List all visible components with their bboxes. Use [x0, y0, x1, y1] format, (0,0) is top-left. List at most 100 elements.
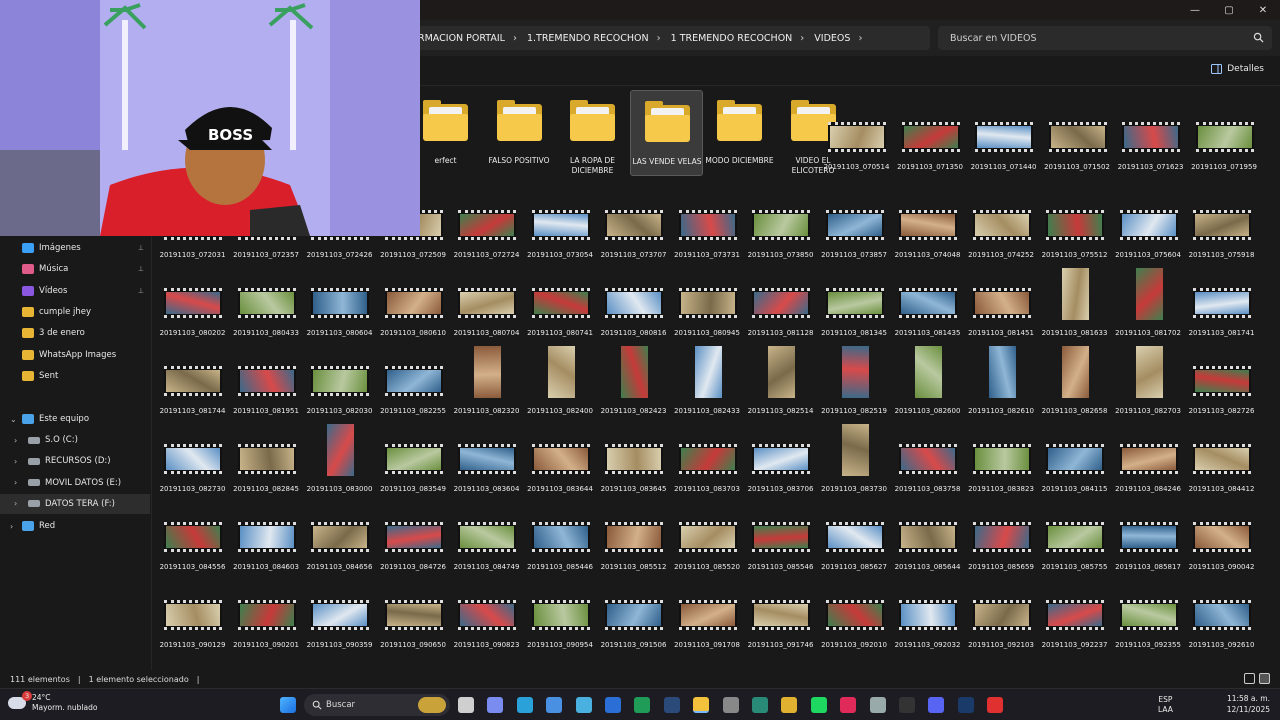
video-tile[interactable]: 20191103_084412	[1185, 444, 1258, 496]
video-tile[interactable]: 20191103_084246	[1112, 444, 1185, 496]
explorer-icon[interactable]	[693, 697, 710, 713]
video-tile[interactable]: 20191103_075918	[1185, 210, 1258, 262]
video-tile[interactable]: 20191103_071440	[967, 122, 1040, 174]
video-tile[interactable]: 20191103_084749	[450, 522, 523, 574]
tiles-view-icon[interactable]	[1259, 673, 1270, 684]
widgets-icon[interactable]	[487, 697, 504, 713]
video-tile[interactable]: 20191103_071502	[1041, 122, 1114, 174]
video-tile[interactable]: 20191103_081744	[156, 366, 229, 418]
sidebar-item[interactable]: Vídeos ⊥	[0, 281, 150, 301]
video-tile[interactable]: 20191103_073857	[818, 210, 891, 262]
video-tile[interactable]: 20191103_091708	[671, 600, 744, 652]
video-tile[interactable]: 20191103_084115	[1038, 444, 1111, 496]
video-tile[interactable]: 20191103_073850	[744, 210, 817, 262]
video-tile[interactable]: 20191103_090201	[230, 600, 303, 652]
search-box[interactable]: Buscar en VIDEOS	[938, 26, 1272, 50]
chevron-right-icon[interactable]: ›	[14, 457, 17, 466]
video-tile[interactable]: 20191103_090042	[1185, 522, 1258, 574]
breadcrumb-item[interactable]: RMACION PORTAIL	[410, 33, 511, 44]
start-icon[interactable]	[280, 697, 296, 713]
video-tile[interactable]: 20191103_082658	[1038, 346, 1111, 418]
video-tile[interactable]: 20191103_080610	[377, 288, 450, 340]
video-tile[interactable]: 20191103_091746	[744, 600, 817, 652]
folder-tile[interactable]: MODO DICIEMBRE	[703, 90, 776, 176]
video-tile[interactable]: 20191103_084603	[230, 522, 303, 574]
sidebar-item[interactable]: Música ⊥	[0, 259, 150, 279]
sidebar-drive[interactable]: › RECURSOS (D:)	[0, 451, 150, 471]
video-tile[interactable]: 20191103_090823	[450, 600, 523, 652]
video-tile[interactable]: 20191103_092237	[1038, 600, 1111, 652]
video-tile[interactable]: 20191103_092010	[818, 600, 891, 652]
sidebar-drive[interactable]: › S.O (C:)	[0, 430, 150, 450]
video-tile[interactable]: 20191103_081702	[1112, 268, 1185, 340]
store-icon[interactable]	[546, 697, 563, 713]
video-tile[interactable]: 20191103_071350	[894, 122, 967, 174]
video-tile[interactable]: 20191103_083645	[597, 444, 670, 496]
video-tile[interactable]: 20191103_084556	[156, 522, 229, 574]
video-tile[interactable]: 20191103_092610	[1185, 600, 1258, 652]
video-tile[interactable]: 20191103_085644	[891, 522, 964, 574]
video-tile[interactable]: 20191103_090650	[377, 600, 450, 652]
video-tile[interactable]: 20191103_082845	[230, 444, 303, 496]
video-tile[interactable]: 20191103_083730	[818, 424, 891, 496]
video-tile[interactable]: 20191103_085627	[818, 522, 891, 574]
video-tile[interactable]: 20191103_083549	[377, 444, 450, 496]
edge-icon[interactable]	[516, 697, 533, 713]
excel-icon[interactable]	[634, 697, 651, 713]
video-tile[interactable]: 20191103_090129	[156, 600, 229, 652]
video-tile[interactable]: 20191103_081633	[1038, 268, 1111, 340]
video-tile[interactable]: 20191103_080741	[524, 288, 597, 340]
video-tile[interactable]: 20191103_071959	[1188, 122, 1261, 174]
sidebar-item-this-pc[interactable]: ⌄ Este equipo	[0, 409, 150, 429]
video-tile[interactable]: 20191103_092103	[965, 600, 1038, 652]
video-tile[interactable]: 20191103_072724	[450, 210, 523, 262]
video-tile[interactable]: 20191103_083644	[524, 444, 597, 496]
video-tile[interactable]: 20191103_083000	[303, 424, 376, 496]
sidebar-item[interactable]: cumple jhey	[0, 302, 150, 322]
video-tile[interactable]: 20191103_074252	[965, 210, 1038, 262]
chevron-right-icon[interactable]: ›	[14, 436, 17, 445]
video-tile[interactable]: 20191103_082423	[597, 346, 670, 418]
breadcrumb-item[interactable]: 1.TREMENDO RECOCHON	[519, 33, 655, 44]
video-tile[interactable]: 20191103_071623	[1114, 122, 1187, 174]
video-tile[interactable]: 20191103_081435	[891, 288, 964, 340]
chevron-right-icon[interactable]: ›	[14, 478, 17, 487]
video-tile[interactable]: 20191103_085512	[597, 522, 670, 574]
video-tile[interactable]: 20191103_083703	[671, 444, 744, 496]
video-tile[interactable]: 20191103_081128	[744, 288, 817, 340]
breadcrumb-item[interactable]: VIDEOS	[806, 33, 856, 44]
video-tile[interactable]: 20191103_082320	[450, 346, 523, 418]
task-view-icon[interactable]	[458, 697, 474, 713]
video-tile[interactable]: 20191103_082600	[891, 346, 964, 418]
maximize-button[interactable]: ▢	[1212, 0, 1246, 20]
photoshop-icon[interactable]	[957, 697, 974, 713]
video-tile[interactable]: 20191103_075604	[1112, 210, 1185, 262]
video-tile[interactable]: 20191103_080704	[450, 288, 523, 340]
video-tile[interactable]: 20191103_082400	[524, 346, 597, 418]
breadcrumb[interactable]: RMACION PORTAIL › 1.TREMENDO RECOCHON › 1 TR…	[410, 26, 930, 50]
video-tile[interactable]: 20191103_091506	[597, 600, 670, 652]
video-tile[interactable]: 20191103_073731	[671, 210, 744, 262]
sidebar-item[interactable]: Imágenes ⊥	[0, 238, 150, 258]
sidebar-item[interactable]: 3 de enero	[0, 323, 150, 343]
video-tile[interactable]: 20191103_074048	[891, 210, 964, 262]
video-tile[interactable]: 20191103_080433	[230, 288, 303, 340]
sidebar-item[interactable]: WhatsApp Images	[0, 345, 150, 365]
video-tile[interactable]: 20191103_080604	[303, 288, 376, 340]
video-tile[interactable]: 20191103_090954	[524, 600, 597, 652]
word-icon[interactable]	[605, 697, 621, 713]
video-tile[interactable]: 20191103_092032	[891, 600, 964, 652]
close-button[interactable]: ✕	[1246, 0, 1280, 20]
video-tile[interactable]: 20191103_083706	[744, 444, 817, 496]
video-tile[interactable]: 20191103_070514	[820, 122, 893, 174]
photos-icon[interactable]	[575, 697, 592, 713]
record-icon[interactable]	[987, 697, 1004, 713]
video-tile[interactable]: 20191103_085520	[671, 522, 744, 574]
chevron-right-icon[interactable]: ›	[10, 522, 13, 531]
sidebar-item[interactable]: Sent	[0, 366, 150, 386]
video-tile[interactable]: 20191103_083758	[891, 444, 964, 496]
sidebar-drive[interactable]: › MOVIL DATOS (E:)	[0, 473, 150, 493]
video-tile[interactable]: 20191103_082519	[818, 346, 891, 418]
video-tile[interactable]: 20191103_085446	[524, 522, 597, 574]
video-tile[interactable]: 20191103_081345	[818, 288, 891, 340]
